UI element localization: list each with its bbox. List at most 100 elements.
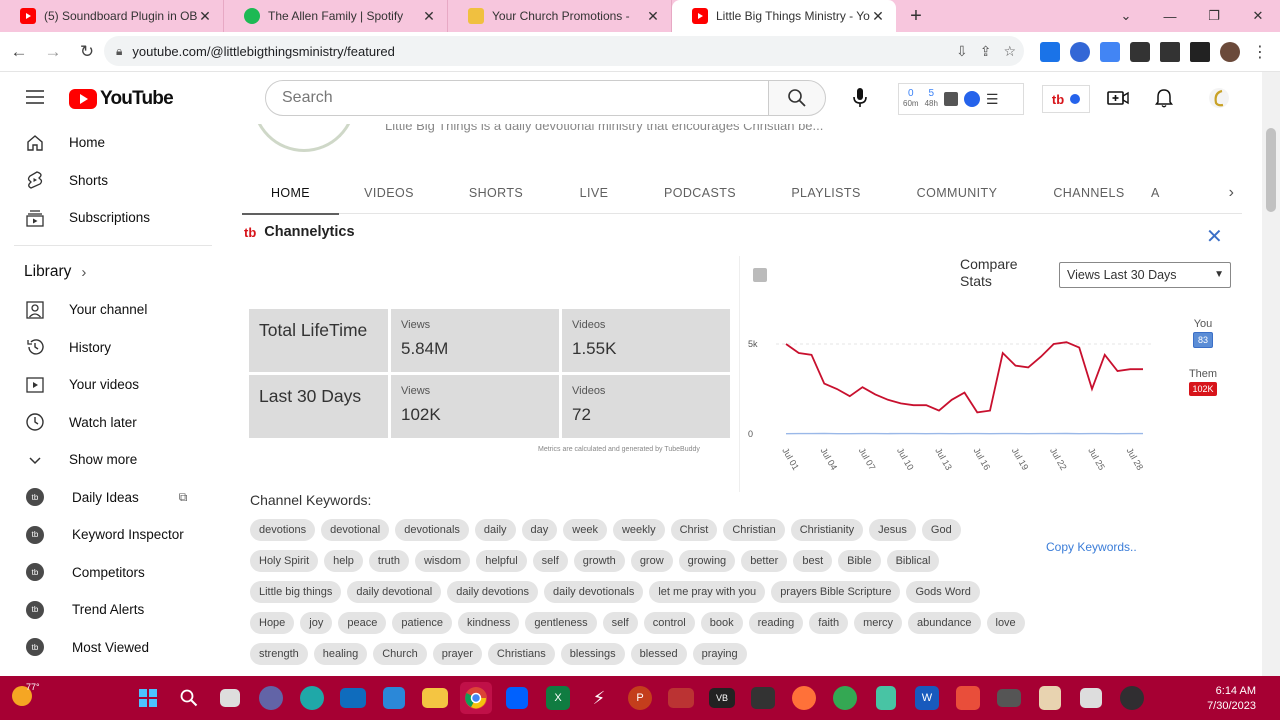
bookmark-star-icon[interactable]: ☆ [1003, 43, 1016, 60]
translate-icon[interactable] [1100, 42, 1120, 62]
forward-icon[interactable]: → [38, 37, 68, 67]
keyword-chip[interactable]: prayer [432, 643, 482, 665]
keyword-chip[interactable]: devotions [250, 519, 316, 541]
store-icon[interactable] [383, 687, 405, 709]
mail-icon[interactable] [340, 688, 366, 708]
url-field[interactable]: 🔒︎ youtube.com/@littlebigthingsministry/… [104, 36, 1024, 66]
browser-tab-church-promotions[interactable]: Your Church Promotions - ✕ [448, 0, 672, 32]
tab-about[interactable]: A [1151, 172, 1175, 214]
tubebuddy-round-icon[interactable] [963, 91, 980, 107]
sidebar-item-show-more[interactable]: Show more [0, 441, 228, 479]
system-clock[interactable]: 6:14 AM 7/30/2023 [1207, 684, 1256, 714]
keyword-chip[interactable]: Biblical [886, 550, 940, 572]
browser-tab-soundboard[interactable]: (5) Soundboard Plugin in OBS! Sc ✕ [0, 0, 224, 32]
keyword-chip[interactable]: Christian [723, 519, 785, 541]
keyword-chip[interactable]: Jesus [869, 519, 916, 541]
keyword-chip[interactable]: Little big things [250, 581, 342, 603]
keyword-chip[interactable]: devotionals [395, 519, 469, 541]
keyword-chip[interactable]: abundance [908, 612, 981, 634]
keyword-chip[interactable]: better [741, 550, 788, 572]
browser-tab-little-big-things[interactable]: Little Big Things Ministry - YouTu ✕ [672, 0, 896, 32]
sidebar-item-trend-alerts[interactable]: tb Trend Alerts [0, 591, 228, 629]
compare-period-select[interactable]: Views Last 30 Days ▼ [1059, 262, 1231, 288]
sidebar-item-watch-later[interactable]: Watch later [0, 404, 228, 442]
keyword-chip[interactable]: blessed [630, 643, 687, 665]
profile-app-icon[interactable] [1039, 686, 1061, 710]
keyword-chip[interactable]: daily devotional [347, 581, 442, 603]
close-icon[interactable]: ✕ [870, 8, 886, 25]
keyword-chip[interactable]: control [643, 612, 695, 634]
task-view-icon[interactable] [220, 689, 240, 707]
close-icon[interactable]: ✕ [1206, 224, 1223, 249]
extension-globe-icon[interactable] [1070, 42, 1090, 62]
sidebar-item-home[interactable]: Home [0, 124, 228, 162]
keyword-chip[interactable]: Gods Word [906, 581, 980, 603]
stats-image-icon[interactable] [943, 92, 958, 106]
youtube-logo[interactable]: YouTube [69, 88, 174, 110]
keyword-chip[interactable]: daily devotionals [544, 581, 644, 603]
keyword-chip[interactable]: daily devotions [447, 581, 539, 603]
tubebuddy-button[interactable]: tb [1042, 85, 1090, 113]
keyword-chip[interactable]: help [324, 550, 363, 572]
close-window-icon[interactable]: ✕ [1236, 0, 1280, 32]
keyword-chip[interactable]: Holy Spirit [250, 550, 319, 572]
keyword-chip[interactable]: Bible [838, 550, 881, 572]
profile-avatar-icon[interactable] [1220, 42, 1240, 62]
tab-channels[interactable]: CHANNELS [1027, 172, 1151, 214]
copy-keywords-link[interactable]: Copy Keywords.. [1046, 540, 1137, 554]
sidebar-item-daily-ideas[interactable]: tb Daily Ideas ⧉ [0, 479, 228, 517]
close-icon[interactable]: ✕ [645, 8, 661, 25]
external-link-icon[interactable]: ⧉ [179, 490, 188, 505]
mixer-icon[interactable] [751, 687, 775, 709]
extension-pen-icon[interactable] [1040, 42, 1060, 62]
install-icon[interactable]: ⇩ [956, 43, 968, 60]
keyword-chip[interactable]: Christians [487, 643, 555, 665]
tab-home[interactable]: HOME [242, 172, 339, 215]
voicemeeter-icon[interactable] [668, 688, 694, 708]
keyword-chip[interactable]: devotional [321, 519, 390, 541]
tab-shorts[interactable]: SHORTS [439, 172, 553, 214]
channel-description[interactable]: Little Big Things is a daily devotional … [385, 124, 823, 133]
chevron-right-icon[interactable]: › [1229, 184, 1234, 202]
vb-audio-icon[interactable]: VB [709, 688, 735, 708]
search-input[interactable] [282, 89, 768, 107]
notepad-icon[interactable] [876, 686, 896, 710]
reload-icon[interactable]: ↻ [72, 37, 102, 67]
notifications-bell-icon[interactable] [1152, 86, 1176, 110]
new-tab-button[interactable]: + [896, 0, 936, 32]
keyword-chip[interactable]: weekly [612, 519, 665, 541]
create-video-icon[interactable] [1106, 86, 1130, 110]
keyword-chip[interactable]: praying [692, 643, 747, 665]
keyword-chip[interactable]: strength [250, 643, 308, 665]
tab-podcasts[interactable]: PODCASTS [635, 172, 765, 214]
excel-icon[interactable]: X [546, 686, 570, 710]
tab-videos[interactable]: VIDEOS [339, 172, 439, 214]
keyword-chip[interactable]: God [921, 519, 961, 541]
windows-start-icon[interactable] [132, 682, 164, 714]
puzzle-icon[interactable] [1130, 42, 1150, 62]
keyword-chip[interactable]: grow [630, 550, 673, 572]
snagit-icon[interactable] [956, 686, 980, 710]
tab-community[interactable]: COMMUNITY [887, 172, 1027, 214]
keyword-chip[interactable]: peace [338, 612, 387, 634]
keyword-chip[interactable]: week [563, 519, 607, 541]
search-icon[interactable] [173, 682, 205, 714]
chat-app-icon[interactable] [1080, 688, 1102, 708]
search-button[interactable] [768, 80, 826, 116]
keyword-chip[interactable]: kindness [457, 612, 520, 634]
obs-icon[interactable] [1120, 686, 1144, 710]
maximize-icon[interactable]: ❐ [1192, 0, 1236, 32]
powerpoint-icon[interactable]: P [628, 686, 652, 710]
keyword-chip[interactable]: self [532, 550, 568, 572]
channel-avatar[interactable] [252, 124, 356, 152]
tab-playlists[interactable]: PLAYLISTS [765, 172, 887, 214]
scrollbar-thumb[interactable] [1266, 128, 1276, 212]
back-icon[interactable]: ← [4, 37, 34, 67]
keyword-chip[interactable]: wisdom [414, 550, 471, 572]
keyword-chip[interactable]: book [700, 612, 743, 634]
weather-icon[interactable]: 77° [12, 682, 40, 708]
file-explorer-icon[interactable] [422, 688, 448, 708]
sidebar-item-history[interactable]: History [0, 329, 228, 367]
keyword-chip[interactable]: joy [300, 612, 333, 634]
minimize-icon[interactable]: — [1148, 0, 1192, 32]
